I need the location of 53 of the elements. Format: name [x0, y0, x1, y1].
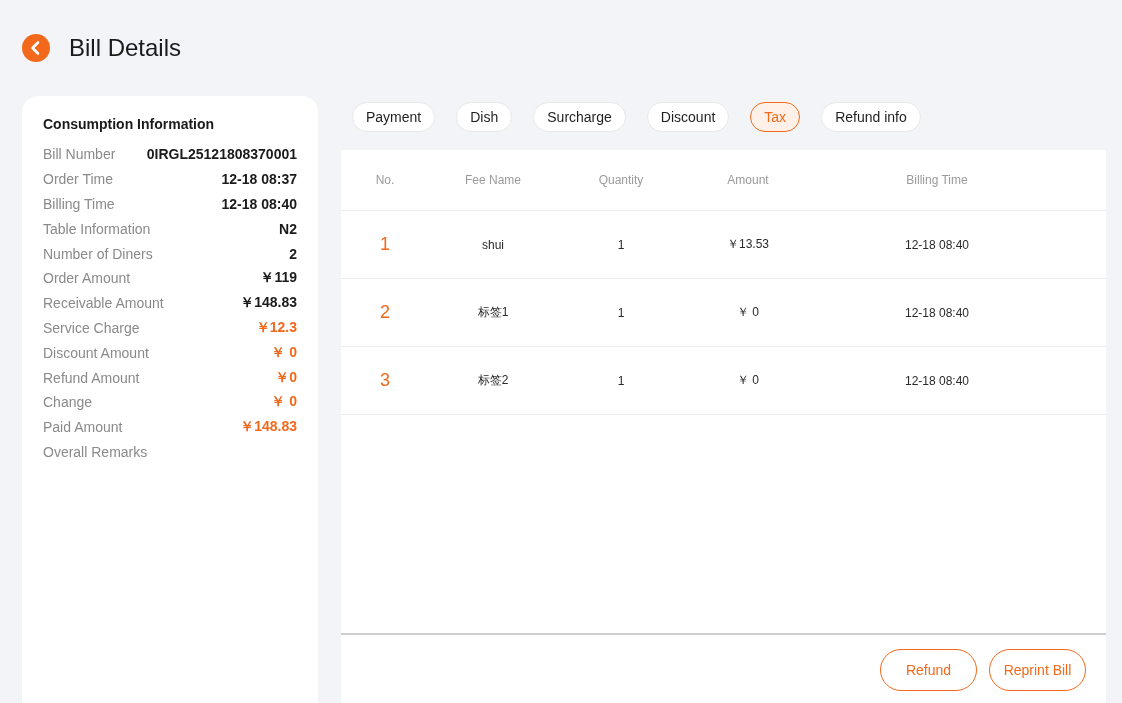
- table-cell: ￥13.53: [727, 236, 769, 253]
- table-cell: ￥ 0: [737, 304, 759, 321]
- info-value: 12-18 08:40: [221, 196, 297, 212]
- info-value: ￥0: [275, 368, 297, 387]
- info-label: Receivable Amount: [43, 295, 164, 312]
- info-label: Order Amount: [43, 270, 131, 287]
- info-label: Bill Number: [43, 146, 116, 163]
- info-label: Service Charge: [43, 319, 140, 336]
- row-number: 1: [380, 234, 390, 255]
- tab[interactable]: Refund info: [821, 102, 921, 132]
- info-label: Discount Amount: [43, 344, 149, 361]
- table-cell: 12-18 08:40: [904, 373, 970, 388]
- column-header: Quantity: [598, 173, 644, 187]
- table-cell: 1: [617, 305, 625, 320]
- info-label: Change: [43, 394, 93, 411]
- tab[interactable]: Dish: [456, 102, 513, 132]
- info-label: Table Information: [43, 220, 151, 237]
- row-number: 2: [380, 302, 390, 323]
- info-label: Number of Diners: [43, 245, 153, 262]
- column-header: No.: [375, 173, 395, 187]
- table-cell: 标签2: [477, 372, 509, 389]
- info-value: ￥148.83: [240, 294, 297, 313]
- info-value: 12-18 08:37: [221, 171, 297, 188]
- table-cell: 12-18 08:40: [904, 305, 970, 320]
- column-header: Amount: [727, 173, 769, 187]
- page-title: Bill Details: [69, 34, 182, 62]
- tab[interactable]: Surcharge: [533, 102, 626, 132]
- row-number: 3: [380, 370, 390, 391]
- tab[interactable]: Discount: [646, 102, 730, 132]
- table-cell: 标签1: [477, 304, 509, 321]
- column-header: Billing Time: [906, 173, 968, 187]
- info-value: ￥12.3: [255, 318, 297, 337]
- info-label: Paid Amount: [43, 419, 123, 436]
- column-header: Fee Name: [465, 173, 521, 187]
- table-cell: ￥ 0: [737, 372, 759, 389]
- info-value: 2: [289, 245, 297, 262]
- table-cell: 12-18 08:40: [904, 237, 970, 252]
- info-value: N2: [279, 220, 297, 237]
- info-label: Billing Time: [43, 196, 115, 212]
- info-value: ￥148.83: [240, 418, 297, 437]
- info-label: Order Time: [43, 171, 113, 188]
- info-label: Overall Remarks: [43, 443, 148, 460]
- info-value: ￥ 0: [271, 393, 297, 412]
- table-cell: 1: [617, 237, 625, 252]
- tab[interactable]: Payment: [352, 102, 436, 132]
- info-value: ￥119: [260, 269, 297, 288]
- info-value: ￥ 0: [271, 343, 297, 362]
- back-icon[interactable]: [22, 34, 50, 62]
- table-cell: shui: [482, 237, 504, 252]
- table-cell: 1: [617, 373, 625, 388]
- section-title: Consumption Information: [43, 115, 216, 134]
- info-label: Refund Amount: [43, 369, 140, 386]
- info-value: 0IRGL25121808370001: [146, 146, 297, 163]
